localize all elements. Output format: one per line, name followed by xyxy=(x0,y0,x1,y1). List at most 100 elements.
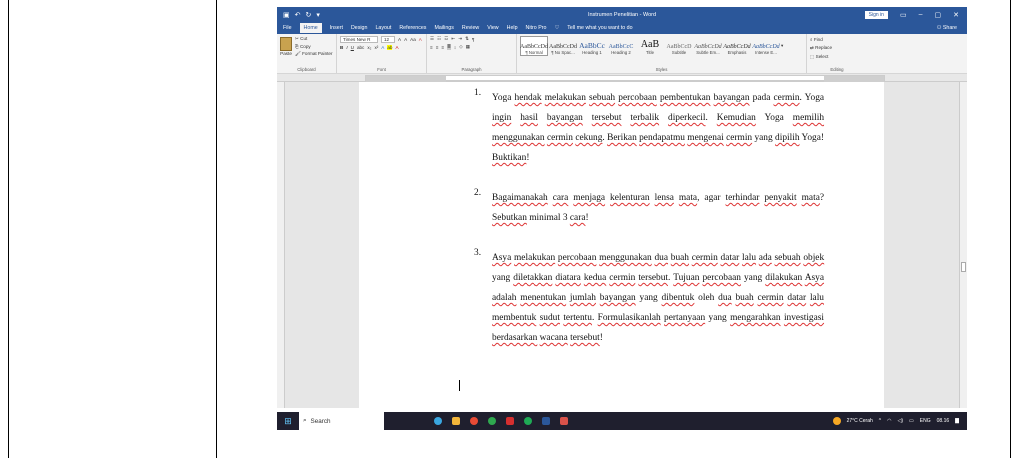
weather-text[interactable]: 27°C Cerah xyxy=(847,418,873,424)
style-normal[interactable]: AaBbCcDd ¶ Normal xyxy=(520,36,548,56)
style-subtle-emphasis[interactable]: AaBbCcDd Subtle Em... xyxy=(694,37,722,55)
numbering-icon[interactable]: ☷ xyxy=(437,36,441,42)
style-heading-1[interactable]: AaBbCc Heading 1 xyxy=(578,37,606,55)
bold-icon[interactable]: B xyxy=(340,45,343,50)
align-left-icon[interactable]: ≡ xyxy=(430,45,433,50)
clear-formatting-icon[interactable]: A xyxy=(419,37,422,42)
ribbon-display-icon[interactable]: ▭ xyxy=(900,11,907,19)
borders-icon[interactable]: ▦ xyxy=(466,44,470,50)
language-indicator[interactable]: ENG xyxy=(920,418,931,424)
tab-file[interactable]: File xyxy=(283,25,292,31)
find-button[interactable]: ⌕ Find xyxy=(810,37,864,42)
change-case-icon[interactable]: Aa xyxy=(410,37,416,42)
question-text: Yoga hendak melakukan sebuah percobaan p… xyxy=(492,93,825,163)
style-intense-emphasis[interactable]: AaBbCcDd Intense E... xyxy=(752,37,780,55)
justify-icon[interactable]: ≣ xyxy=(447,44,451,50)
font-name-select[interactable]: Times New R xyxy=(340,36,378,43)
whatsapp-icon[interactable] xyxy=(488,417,496,425)
keyboard-icon[interactable]: ▭ xyxy=(909,418,914,424)
share-button[interactable]: ⚇ Share xyxy=(937,25,967,31)
edge-icon[interactable] xyxy=(434,417,442,425)
select-button[interactable]: ⬚ Select xyxy=(810,54,864,60)
format-painter-button[interactable]: 🖌 Format Painter xyxy=(295,51,333,57)
style-emphasis[interactable]: AaBbCcDd Emphasis xyxy=(723,37,751,55)
tab-review[interactable]: Review xyxy=(462,25,479,31)
tray-expand-icon[interactable]: ^ xyxy=(879,418,881,424)
strikethrough-icon[interactable]: abc xyxy=(357,45,364,50)
clock[interactable]: 08.16 xyxy=(937,418,950,424)
taskbar-search[interactable]: ⌕ Search xyxy=(299,412,384,430)
style-title[interactable]: AaB Title xyxy=(636,37,664,55)
paste-icon xyxy=(280,37,292,51)
document-page[interactable]: 1. Yoga hendak melakukan sebuah percobaa… xyxy=(359,82,884,408)
editing-group: ⌕ Find ⇄ Replace ⬚ Select Editing xyxy=(807,34,867,73)
close-icon[interactable]: ✕ xyxy=(953,11,959,19)
windows-start-icon[interactable]: ⊞ xyxy=(277,416,299,427)
italic-icon[interactable]: I xyxy=(346,45,347,50)
subscript-icon[interactable]: x₂ xyxy=(367,45,371,50)
cut-button[interactable]: ✂ Cut xyxy=(295,36,333,42)
tab-view[interactable]: View xyxy=(487,25,498,31)
grow-font-icon[interactable]: A xyxy=(398,37,401,42)
youtube-icon[interactable] xyxy=(506,417,514,425)
underline-icon[interactable]: U xyxy=(351,45,354,50)
line-spacing-icon[interactable]: ↕ xyxy=(454,45,456,50)
select-icon: ⬚ xyxy=(810,54,815,59)
sign-in-button[interactable]: Sign in xyxy=(864,10,888,19)
style-no-spacing[interactable]: AaBbCcDd ¶ No Spac... xyxy=(549,37,577,55)
taskbar-apps xyxy=(384,417,568,425)
horizontal-ruler[interactable] xyxy=(277,74,967,82)
vertical-scrollbar[interactable] xyxy=(959,82,967,408)
shading-icon[interactable]: ◇ xyxy=(459,44,463,50)
font-size-select[interactable]: 12 xyxy=(381,36,395,43)
vertical-ruler[interactable] xyxy=(277,82,285,408)
tab-layout[interactable]: Layout xyxy=(375,25,391,31)
chrome-icon[interactable] xyxy=(470,417,478,425)
align-center-icon[interactable]: ≡ xyxy=(436,45,439,50)
restore-icon[interactable]: ▢ xyxy=(935,11,942,19)
volume-icon[interactable]: ◁) xyxy=(898,418,904,424)
bullets-icon[interactable]: ☰ xyxy=(430,36,434,42)
scrollbar-thumb[interactable] xyxy=(961,262,966,272)
highlight-icon[interactable]: ab xyxy=(387,45,393,50)
tab-help[interactable]: Help xyxy=(507,25,518,31)
tell-me-input[interactable]: Tell me what you want to do xyxy=(567,25,632,31)
minimize-icon[interactable]: – xyxy=(919,11,923,18)
superscript-icon[interactable]: x² xyxy=(374,45,378,50)
question-number: 2. xyxy=(474,188,482,198)
tab-home[interactable]: Home xyxy=(299,23,322,33)
tab-references[interactable]: References xyxy=(399,25,426,31)
notifications-icon[interactable]: ▇ xyxy=(955,418,959,424)
pilcrow-icon[interactable]: ¶ xyxy=(472,37,474,42)
tab-design[interactable]: Design xyxy=(351,25,368,31)
increase-indent-icon[interactable]: ⇥ xyxy=(458,36,462,42)
copy-button[interactable]: ⎘ Copy xyxy=(295,44,333,49)
question-number: 3. xyxy=(474,248,482,258)
ribbon-tabs: File Home Insert Design Layout Reference… xyxy=(277,22,967,34)
tab-insert[interactable]: Insert xyxy=(330,25,343,31)
document-body[interactable]: 1. Yoga hendak melakukan sebuah percobaa… xyxy=(474,88,824,368)
align-right-icon[interactable]: ≡ xyxy=(441,45,444,50)
font-color-icon[interactable]: A xyxy=(395,45,398,50)
text-effects-icon[interactable]: A xyxy=(381,45,384,50)
paste-button[interactable]: Paste xyxy=(280,37,292,56)
network-icon[interactable]: ◠ xyxy=(887,418,891,424)
decrease-indent-icon[interactable]: ⇤ xyxy=(451,36,455,42)
style-subtitle[interactable]: AaBbCcD Subtitle xyxy=(665,37,693,55)
style-heading-2[interactable]: AaBbCcC Heading 2 xyxy=(607,37,635,55)
app-icon[interactable] xyxy=(524,417,532,425)
word-icon[interactable] xyxy=(542,417,550,425)
replace-button[interactable]: ⇄ Replace xyxy=(810,45,864,51)
styles-more-icon[interactable]: ▾ xyxy=(781,43,783,49)
system-tray: 27°C Cerah ^ ◠ ◁) ▭ ENG 08.16 ▇ xyxy=(832,417,967,425)
pdf-icon[interactable] xyxy=(560,417,568,425)
shrink-font-icon[interactable]: A xyxy=(404,37,407,42)
sort-icon[interactable]: ⇅ xyxy=(465,36,469,42)
file-explorer-icon[interactable] xyxy=(452,417,460,425)
font-label: Font xyxy=(377,67,386,72)
title-bar: ▣ ↶ ↻ ▾ Instrumen Penelitian - Word Sign… xyxy=(277,7,967,22)
tab-nitro-pro[interactable]: Nitro Pro xyxy=(526,25,547,31)
question-text: Bagaimanakah cara menjaga kelenturan len… xyxy=(492,193,825,223)
tab-mailings[interactable]: Mailings xyxy=(434,25,453,31)
multilevel-icon[interactable]: ☲ xyxy=(444,36,448,42)
